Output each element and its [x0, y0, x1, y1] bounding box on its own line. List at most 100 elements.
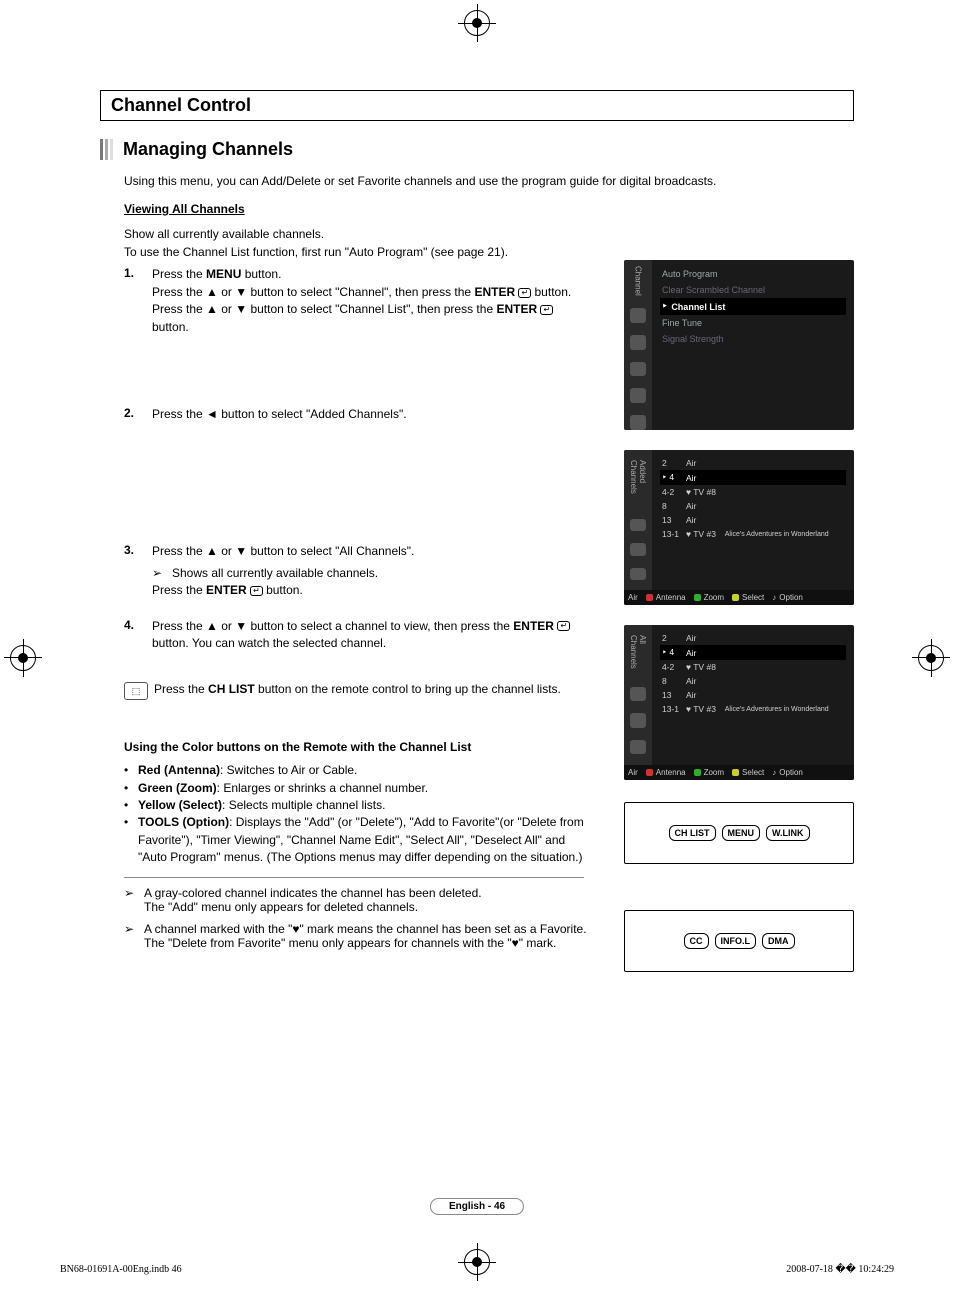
- text: : Enlarges or shrinks a channel number.: [217, 781, 428, 795]
- page-footer: English - 46: [430, 1198, 524, 1215]
- remote-wlink-button: W.LINK: [766, 825, 810, 841]
- step-number: 1.: [124, 266, 152, 336]
- enter-label: ENTER: [206, 583, 247, 597]
- text: : Selects multiple channel lists.: [222, 798, 385, 812]
- text: button.: [241, 267, 281, 281]
- yellow-dot-icon: [732, 594, 739, 601]
- imprint-line: BN68-01691A-00Eng.indb 46 2008-07-18 �� …: [60, 1264, 894, 1275]
- osd-tab-label: Added Channels: [629, 456, 647, 507]
- viewing-p1: Show all currently available channels.: [124, 226, 854, 242]
- enter-label: ENTER: [513, 619, 554, 633]
- osd-all-channels: All Channels 2Air ‣ 4Air 4-2♥ TV #8 8Air…: [624, 625, 854, 780]
- text: The "Add" menu only appears for deleted …: [144, 900, 418, 914]
- imprint-file: BN68-01691A-00Eng.indb 46: [60, 1264, 182, 1275]
- yellow-dot-icon: [732, 769, 739, 776]
- osd-item-selected: Channel List: [660, 298, 846, 315]
- text: A channel marked with the "♥" mark means…: [144, 922, 587, 936]
- all-icon: [630, 687, 646, 701]
- note-arrow-icon: ➢: [124, 886, 144, 914]
- text: : Switches to Air or Cable.: [220, 763, 357, 777]
- text: Press the ▲ or ▼ button to select "All C…: [152, 544, 414, 558]
- color-bullet-list: Red (Antenna): Switches to Air or Cable.…: [124, 762, 584, 877]
- registration-mark-icon: [918, 645, 944, 671]
- text: Press the: [154, 682, 208, 696]
- registration-mark-icon: [10, 645, 36, 671]
- red-dot-icon: [646, 594, 653, 601]
- favorite-icon: [630, 568, 646, 581]
- enter-icon: ↵: [250, 586, 263, 596]
- ch-list-label: CH LIST: [208, 682, 255, 696]
- page-number: English - 46: [430, 1198, 524, 1215]
- osd-tab-label: Channel: [634, 266, 643, 296]
- registration-mark-icon: [464, 10, 490, 36]
- text: Press the ▲ or ▼ button to select "Chann…: [152, 302, 496, 316]
- red-label: Red (Antenna): [138, 763, 220, 777]
- tools-icon: ♪: [772, 768, 776, 777]
- osd-item-disabled: Signal Strength: [660, 331, 846, 347]
- remote-ch-list-button: CH LIST: [669, 825, 716, 841]
- green-dot-icon: [694, 769, 701, 776]
- remote-diagram-2: CC INFO.L DMA: [624, 910, 854, 972]
- osd-item-disabled: Clear Scrambled Channel: [660, 282, 846, 298]
- tools-label: TOOLS (Option): [138, 815, 229, 829]
- text: button.: [152, 320, 189, 334]
- imprint-timestamp: 2008-07-18 �� 10:24:29: [786, 1264, 894, 1275]
- intro-text: Using this menu, you can Add/Delete or s…: [124, 174, 854, 188]
- step-number: 4.: [124, 618, 152, 653]
- text: A gray-colored channel indicates the cha…: [144, 886, 482, 900]
- remote-menu-button: MENU: [722, 825, 761, 841]
- all-icon: [630, 519, 646, 532]
- step-number: 3.: [124, 543, 152, 599]
- text: button. You can watch the selected chann…: [152, 636, 386, 650]
- text: button.: [531, 285, 571, 299]
- subsection-header: Managing Channels: [100, 139, 854, 160]
- enter-label: ENTER: [474, 285, 515, 299]
- step-number: 2.: [124, 406, 152, 423]
- remote-cc-button: CC: [684, 933, 709, 949]
- green-dot-icon: [694, 594, 701, 601]
- tools-icon: ♪: [772, 593, 776, 602]
- channel-icon: [630, 362, 646, 377]
- text: button on the remote control to bring up…: [255, 682, 561, 696]
- remote-info-button: INFO.L: [715, 933, 757, 949]
- text: The "Delete from Favorite" menu only app…: [144, 936, 556, 950]
- channel-table: 2Air ‣ 4Air 4-2♥ TV #8 8Air 13Air 13-1♥ …: [660, 631, 846, 716]
- viewing-all-heading: Viewing All Channels: [124, 202, 854, 216]
- text: Press the ▲ or ▼ button to select a chan…: [152, 619, 513, 633]
- subsection-title: Managing Channels: [123, 139, 293, 160]
- note-arrow-icon: ➢: [124, 922, 144, 950]
- osd-tab-label: All Channels: [629, 631, 647, 675]
- osd-footer: Air Antenna Zoom Select ♪Option: [624, 765, 854, 780]
- channel-table: 2Air ‣ 4Air 4-2♥ TV #8 8Air 13Air 13-1♥ …: [660, 456, 846, 541]
- added-icon: [630, 543, 646, 556]
- remote-icon: ⬚: [124, 682, 148, 700]
- text: Press the ▲ or ▼ button to select "Chann…: [152, 285, 474, 299]
- viewing-p2: To use the Channel List function, first …: [124, 244, 854, 260]
- osd-footer: Air Antenna Zoom Select ♪Option: [624, 590, 854, 605]
- tail-note-1: ➢ A gray-colored channel indicates the c…: [124, 886, 684, 914]
- input-icon: [630, 415, 646, 430]
- red-dot-icon: [646, 769, 653, 776]
- text: Press the: [152, 267, 206, 281]
- text: Press the ◄ button to select "Added Chan…: [152, 406, 592, 423]
- favorite-icon: [630, 740, 646, 754]
- enter-label: ENTER: [496, 302, 537, 316]
- tail-note-2: ➢ A channel marked with the "♥" mark mea…: [124, 922, 684, 950]
- osd-item: Fine Tune: [660, 315, 846, 331]
- osd-channel-menu: Channel Auto Program Clear Scrambled Cha…: [624, 260, 854, 430]
- menu-label: MENU: [206, 267, 241, 281]
- osd-item: Auto Program: [660, 266, 846, 282]
- picture-icon: [630, 308, 646, 323]
- added-icon: [630, 713, 646, 727]
- yellow-label: Yellow (Select): [138, 798, 222, 812]
- text: Press the: [152, 583, 206, 597]
- enter-icon: ↵: [540, 305, 553, 315]
- enter-icon: ↵: [518, 288, 531, 298]
- green-label: Green (Zoom): [138, 781, 217, 795]
- note-text: Shows all currently available channels.: [172, 565, 378, 582]
- sound-icon: [630, 335, 646, 350]
- note-arrow-icon: ➢: [152, 565, 172, 582]
- section-title: Channel Control: [100, 90, 854, 121]
- osd-added-channels: Added Channels 2Air ‣ 4Air 4-2♥ TV #8 8A…: [624, 450, 854, 605]
- setup-icon: [630, 388, 646, 403]
